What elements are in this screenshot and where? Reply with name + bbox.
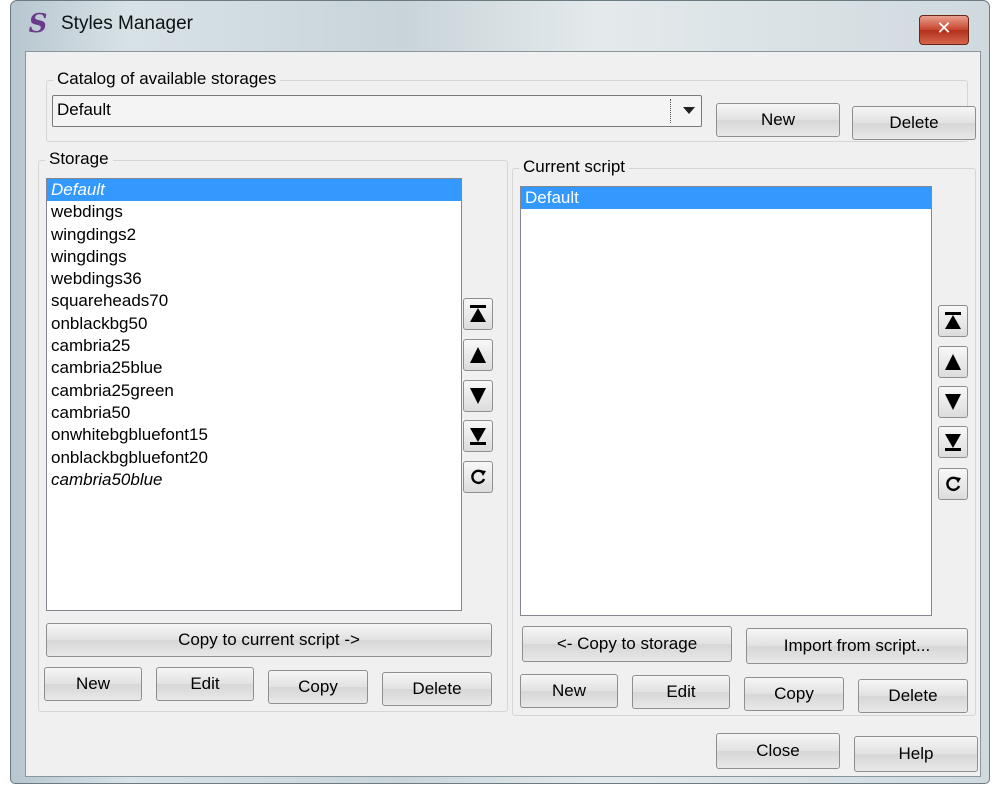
storage-move-top-button[interactable] xyxy=(463,298,493,330)
storage-list-item[interactable]: squareheads70 xyxy=(47,290,461,312)
storage-list-item[interactable]: cambria25green xyxy=(47,380,461,402)
storage-move-bottom-button[interactable] xyxy=(463,420,493,452)
move-bottom-icon xyxy=(945,434,961,451)
script-refresh-button[interactable] xyxy=(938,468,968,500)
storage-list-item[interactable]: cambria25 xyxy=(47,335,461,357)
storage-group-label: Storage xyxy=(45,149,113,169)
storage-new-button[interactable]: New xyxy=(44,667,142,701)
storage-list-item[interactable]: onwhitebgbluefont15 xyxy=(47,424,461,446)
script-new-button[interactable]: New xyxy=(520,674,618,708)
window-title: Styles Manager xyxy=(61,13,194,34)
catalog-new-button[interactable]: New xyxy=(716,103,840,137)
storage-list-item[interactable]: onblackbg50 xyxy=(47,313,461,335)
current-script-list[interactable]: Default xyxy=(520,186,932,616)
close-window-button[interactable]: ✕ xyxy=(919,15,969,45)
move-bottom-icon xyxy=(470,428,486,445)
chevron-down-icon[interactable] xyxy=(683,107,695,114)
dialog-client: Catalog of available storages Default Ne… xyxy=(25,51,981,777)
storage-delete-button[interactable]: Delete xyxy=(382,672,492,706)
current-script-group-label: Current script xyxy=(519,157,630,177)
move-top-icon xyxy=(470,305,486,322)
storage-list-item[interactable]: wingdings2 xyxy=(47,224,461,246)
script-copy-button[interactable]: Copy xyxy=(744,677,844,711)
storage-list-item[interactable]: cambria25blue xyxy=(47,357,461,379)
title-bar[interactable]: S Styles Manager ✕ xyxy=(11,1,989,51)
storage-edit-button[interactable]: Edit xyxy=(156,667,254,701)
script-move-up-button[interactable] xyxy=(938,346,968,378)
storage-list-item[interactable]: cambria50blue xyxy=(47,469,461,491)
close-button[interactable]: Close xyxy=(716,733,840,769)
import-from-script-button[interactable]: Import from script... xyxy=(746,628,968,664)
window-frame: S Styles Manager ✕ Catalog of available … xyxy=(10,0,990,784)
copy-to-storage-button[interactable]: <- Copy to storage xyxy=(522,626,732,662)
script-delete-button[interactable]: Delete xyxy=(858,679,968,713)
script-move-top-button[interactable] xyxy=(938,305,968,337)
storage-copy-button[interactable]: Copy xyxy=(268,670,368,704)
app-icon: S xyxy=(28,9,48,39)
storage-list-item[interactable]: Default xyxy=(47,179,461,202)
refresh-icon xyxy=(946,476,961,492)
storage-list-item[interactable]: wingdings xyxy=(47,246,461,268)
storage-list-item[interactable]: webdings xyxy=(47,201,461,223)
script-list-item[interactable]: Default xyxy=(521,187,931,210)
catalog-delete-button[interactable]: Delete xyxy=(852,106,976,140)
script-move-bottom-button[interactable] xyxy=(938,426,968,458)
catalog-selected-value: Default xyxy=(57,100,111,119)
refresh-icon xyxy=(471,469,486,485)
script-edit-button[interactable]: Edit xyxy=(632,675,730,709)
help-button[interactable]: Help xyxy=(854,736,978,772)
copy-to-script-button[interactable]: Copy to current script -> xyxy=(46,623,492,657)
storage-list[interactable]: Default webdings wingdings2 wingdings webdin… xyxy=(46,178,462,611)
move-top-icon xyxy=(945,312,961,329)
move-up-icon xyxy=(470,347,486,363)
storage-move-down-button[interactable] xyxy=(463,380,493,412)
storage-refresh-button[interactable] xyxy=(463,461,493,493)
storage-list-item[interactable]: cambria50 xyxy=(47,402,461,424)
move-up-icon xyxy=(945,354,961,370)
catalog-group-label: Catalog of available storages xyxy=(53,69,281,89)
move-down-icon xyxy=(470,388,486,404)
script-move-down-button[interactable] xyxy=(938,386,968,418)
storage-move-up-button[interactable] xyxy=(463,339,493,371)
storage-list-item[interactable]: webdings36 xyxy=(47,268,461,290)
catalog-select[interactable]: Default xyxy=(52,95,702,127)
move-down-icon xyxy=(945,394,961,410)
storage-list-item[interactable]: onblackbgbluefont20 xyxy=(47,447,461,469)
